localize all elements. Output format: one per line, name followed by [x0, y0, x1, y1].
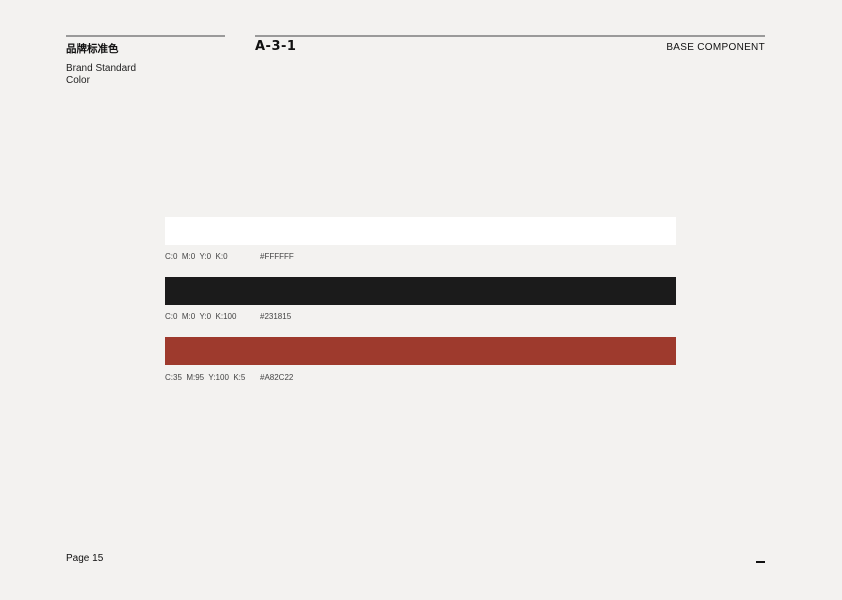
cmyk-value: C:35 M:95 Y:100 K:5	[165, 373, 246, 382]
page-subtitle: Brand Standard Color	[66, 63, 137, 86]
footer-dash	[756, 561, 765, 563]
color-swatch-red	[165, 337, 676, 365]
header-rule-right	[255, 35, 765, 37]
page-number: Page 15	[66, 553, 104, 564]
hex-value: #A82C22	[260, 373, 294, 382]
section-label: BASE COMPONENT	[666, 42, 765, 53]
header-rule-left	[66, 35, 225, 37]
cmyk-value: C:0 M:0 Y:0 K:0	[165, 252, 228, 261]
section-code: A-3-1	[255, 39, 297, 54]
cmyk-value: C:0 M:0 Y:0 K:100	[165, 312, 237, 321]
color-swatch-white	[165, 217, 676, 245]
color-swatch-black	[165, 277, 676, 305]
hex-value: #FFFFFF	[260, 252, 294, 261]
page-title-cn: 品牌标准色	[66, 43, 119, 55]
hex-value: #231815	[260, 312, 292, 321]
